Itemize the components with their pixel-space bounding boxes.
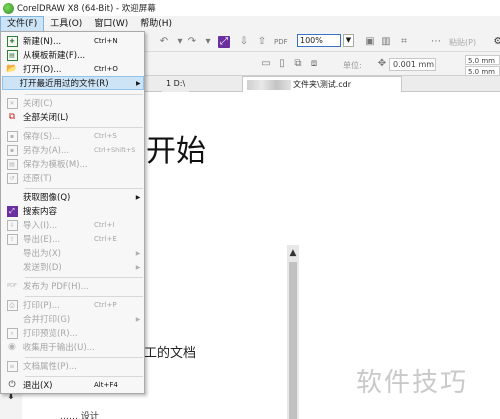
search-content-icon[interactable]: ⤢ — [218, 36, 230, 48]
window-title: CorelDRAW X8 (64-Bit) - 欢迎屏幕 — [17, 4, 156, 14]
tab-document[interactable]: 文件夹\测试.cdr — [242, 76, 402, 92]
current-page-icon[interactable]: ⧈ — [308, 58, 320, 70]
save-template-icon: ▤ — [5, 158, 19, 170]
revert-icon: ↺ — [5, 172, 19, 184]
submenu-arrow-icon: ▶ — [135, 263, 141, 271]
menu-separator — [25, 376, 143, 377]
menu-item-save-as-template[interactable]: ▤ 保存为模板(M)... — [2, 157, 144, 171]
menu-item-open[interactable]: 📂 打开(O)... Ctrl+O — [2, 62, 144, 76]
menu-item-print-preview[interactable]: ⌕ 打印预览(R)... — [2, 326, 144, 340]
print-preview-icon: ⌕ — [5, 327, 19, 339]
menu-file[interactable]: 文件(F) — [0, 16, 45, 32]
import-icon[interactable]: ⇩ — [238, 36, 250, 48]
submenu-arrow-icon: ▶ — [135, 249, 141, 257]
undo-icon[interactable]: ↶ — [158, 36, 170, 48]
menu-item-open-recent[interactable]: 打开最近用过的文件(R) ▶ — [2, 76, 144, 90]
menu-item-save-as[interactable]: ▪ 另存为(A)... Ctrl+Shift+S — [2, 143, 144, 157]
menu-item-exit[interactable]: ⏻ 退出(X) Alt+F4 — [2, 378, 144, 392]
title-bar: CorelDRAW X8 (64-Bit) - 欢迎屏幕 — [0, 0, 500, 16]
menu-item-send-to[interactable]: 发送到(D) ▶ — [2, 260, 144, 274]
menu-separator — [25, 94, 143, 95]
export-icon: ⇧ — [5, 233, 19, 245]
zoom-level-input[interactable]: 100% — [297, 34, 341, 47]
exit-icon: ⏻ — [8, 380, 16, 390]
welcome-heading: 开始 — [146, 134, 206, 169]
scrollbar-thumb[interactable] — [289, 262, 297, 419]
new-from-template-icon: ▤ — [5, 49, 19, 61]
print-icon: ⎙ — [5, 299, 19, 311]
document-tab-bar: 1 D:\ 文件夹\测试.cdr — [144, 76, 500, 92]
duplicate-distance-y-input[interactable]: 5.0 mm — [465, 66, 500, 76]
save-icon: ▪ — [5, 130, 19, 142]
landscape-icon[interactable]: ▭ — [260, 58, 272, 70]
menu-item-export[interactable]: ⇧ 导出(E)... Ctrl+E — [2, 232, 144, 246]
welcome-documents-text[interactable]: 工的文档 — [144, 342, 196, 361]
menu-item-close[interactable]: ✕ 关闭(C) — [2, 96, 144, 110]
file-menu-dropdown: ✚ 新建(N)... Ctrl+N ▤ 从模板新建(F)... 📂 打开(O).… — [0, 31, 145, 394]
full-screen-icon[interactable]: ▣ — [364, 36, 376, 48]
menu-tools[interactable]: 工具(O) — [44, 16, 88, 32]
document-properties-icon: ≡ — [5, 360, 19, 372]
collect-output-icon: ◉ — [7, 342, 16, 352]
gear-icon[interactable]: ⚙ — [492, 36, 500, 48]
rulers-icon[interactable]: ▥ — [380, 36, 392, 48]
menu-separator — [25, 127, 143, 128]
submenu-arrow-icon: ▶ — [135, 315, 141, 323]
paste-label: 粘贴(P) — [449, 38, 477, 47]
menu-item-document-properties[interactable]: ≡ 文档属性(P)... — [2, 359, 144, 373]
tab-recent-path[interactable]: 1 D:\ — [162, 76, 190, 92]
zoom-dropdown-button[interactable]: ▼ — [343, 34, 354, 47]
import-icon: ⇩ — [5, 219, 19, 231]
menu-item-publish-pdf[interactable]: PDF 发布为 PDF(H)... — [2, 279, 144, 293]
menu-item-export-as[interactable]: 导出为(X) ▶ — [2, 246, 144, 260]
undo-dropdown-icon[interactable]: ▾ — [174, 36, 186, 48]
property-bar: ▭ ▯ ⧉ ⧈ ✥ — [144, 52, 500, 76]
close-all-icon: ⧉ — [8, 112, 16, 122]
options-icon[interactable]: ⋯ — [430, 36, 442, 48]
menu-bar: 文件(F) 工具(O) 窗口(W) 帮助(H) — [0, 16, 500, 32]
menu-item-print-merge[interactable]: 合并打印(G) ▶ — [2, 312, 144, 326]
welcome-small-text: …… 设计 — [60, 412, 99, 419]
menu-window[interactable]: 窗口(W) — [88, 16, 134, 32]
nudge-distance-input[interactable]: 0.001 mm — [389, 58, 436, 71]
export-icon[interactable]: ⇧ — [256, 36, 268, 48]
redo-icon[interactable]: ↷ — [186, 36, 198, 48]
nudge-icon: ✥ — [377, 58, 387, 69]
units-label: 单位: — [343, 61, 362, 70]
submenu-arrow-icon: ▶ — [135, 79, 141, 87]
open-folder-icon: 📂 — [6, 64, 18, 74]
save-as-icon: ▪ — [5, 144, 19, 156]
menu-item-search-content[interactable]: ⤢ 搜索内容 — [2, 204, 144, 218]
menu-item-collect-for-output[interactable]: ◉ 收集用于输出(U)... — [2, 340, 144, 354]
redo-dropdown-icon[interactable]: ▾ — [202, 36, 214, 48]
menu-item-print[interactable]: ⎙ 打印(P)... Ctrl+P — [2, 298, 144, 312]
menu-item-import[interactable]: ⇩ 导入(I)... Ctrl+I — [2, 218, 144, 232]
publish-pdf-icon[interactable]: PDF — [274, 36, 288, 48]
menu-separator — [25, 357, 143, 358]
duplicate-distance-x-input[interactable]: 5.0 mm — [465, 55, 500, 65]
menu-item-save[interactable]: ▪ 保存(S)... Ctrl+S — [2, 129, 144, 143]
menu-separator — [25, 277, 143, 278]
menu-item-revert[interactable]: ↺ 还原(T) — [2, 171, 144, 185]
watermark: 软件技巧 — [356, 368, 469, 398]
redacted-path — [247, 79, 291, 90]
new-document-icon: ✚ — [5, 35, 19, 47]
tab-document-label: 文件夹\测试.cdr — [293, 80, 352, 89]
submenu-arrow-icon: ▶ — [135, 193, 141, 201]
coreldraw-logo-icon — [3, 2, 14, 14]
pdf-icon: PDF — [7, 283, 17, 289]
menu-item-close-all[interactable]: ⧉ 全部关闭(L) — [2, 110, 144, 124]
menu-help[interactable]: 帮助(H) — [134, 16, 178, 32]
menu-separator — [25, 188, 143, 189]
scroll-up-arrow-icon[interactable]: ▲ — [287, 247, 299, 259]
snap-icon[interactable]: ⌗ — [398, 36, 410, 48]
close-document-icon: ✕ — [5, 97, 19, 109]
menu-item-new[interactable]: ✚ 新建(N)... Ctrl+N — [2, 34, 144, 48]
search-content-icon: ⤢ — [5, 205, 19, 217]
menu-separator — [25, 296, 143, 297]
all-pages-icon[interactable]: ⧉ — [292, 58, 304, 70]
portrait-icon[interactable]: ▯ — [276, 58, 288, 70]
menu-item-new-from-template[interactable]: ▤ 从模板新建(F)... — [2, 48, 144, 62]
menu-item-acquire-image[interactable]: 获取图像(Q) ▶ — [2, 190, 144, 204]
